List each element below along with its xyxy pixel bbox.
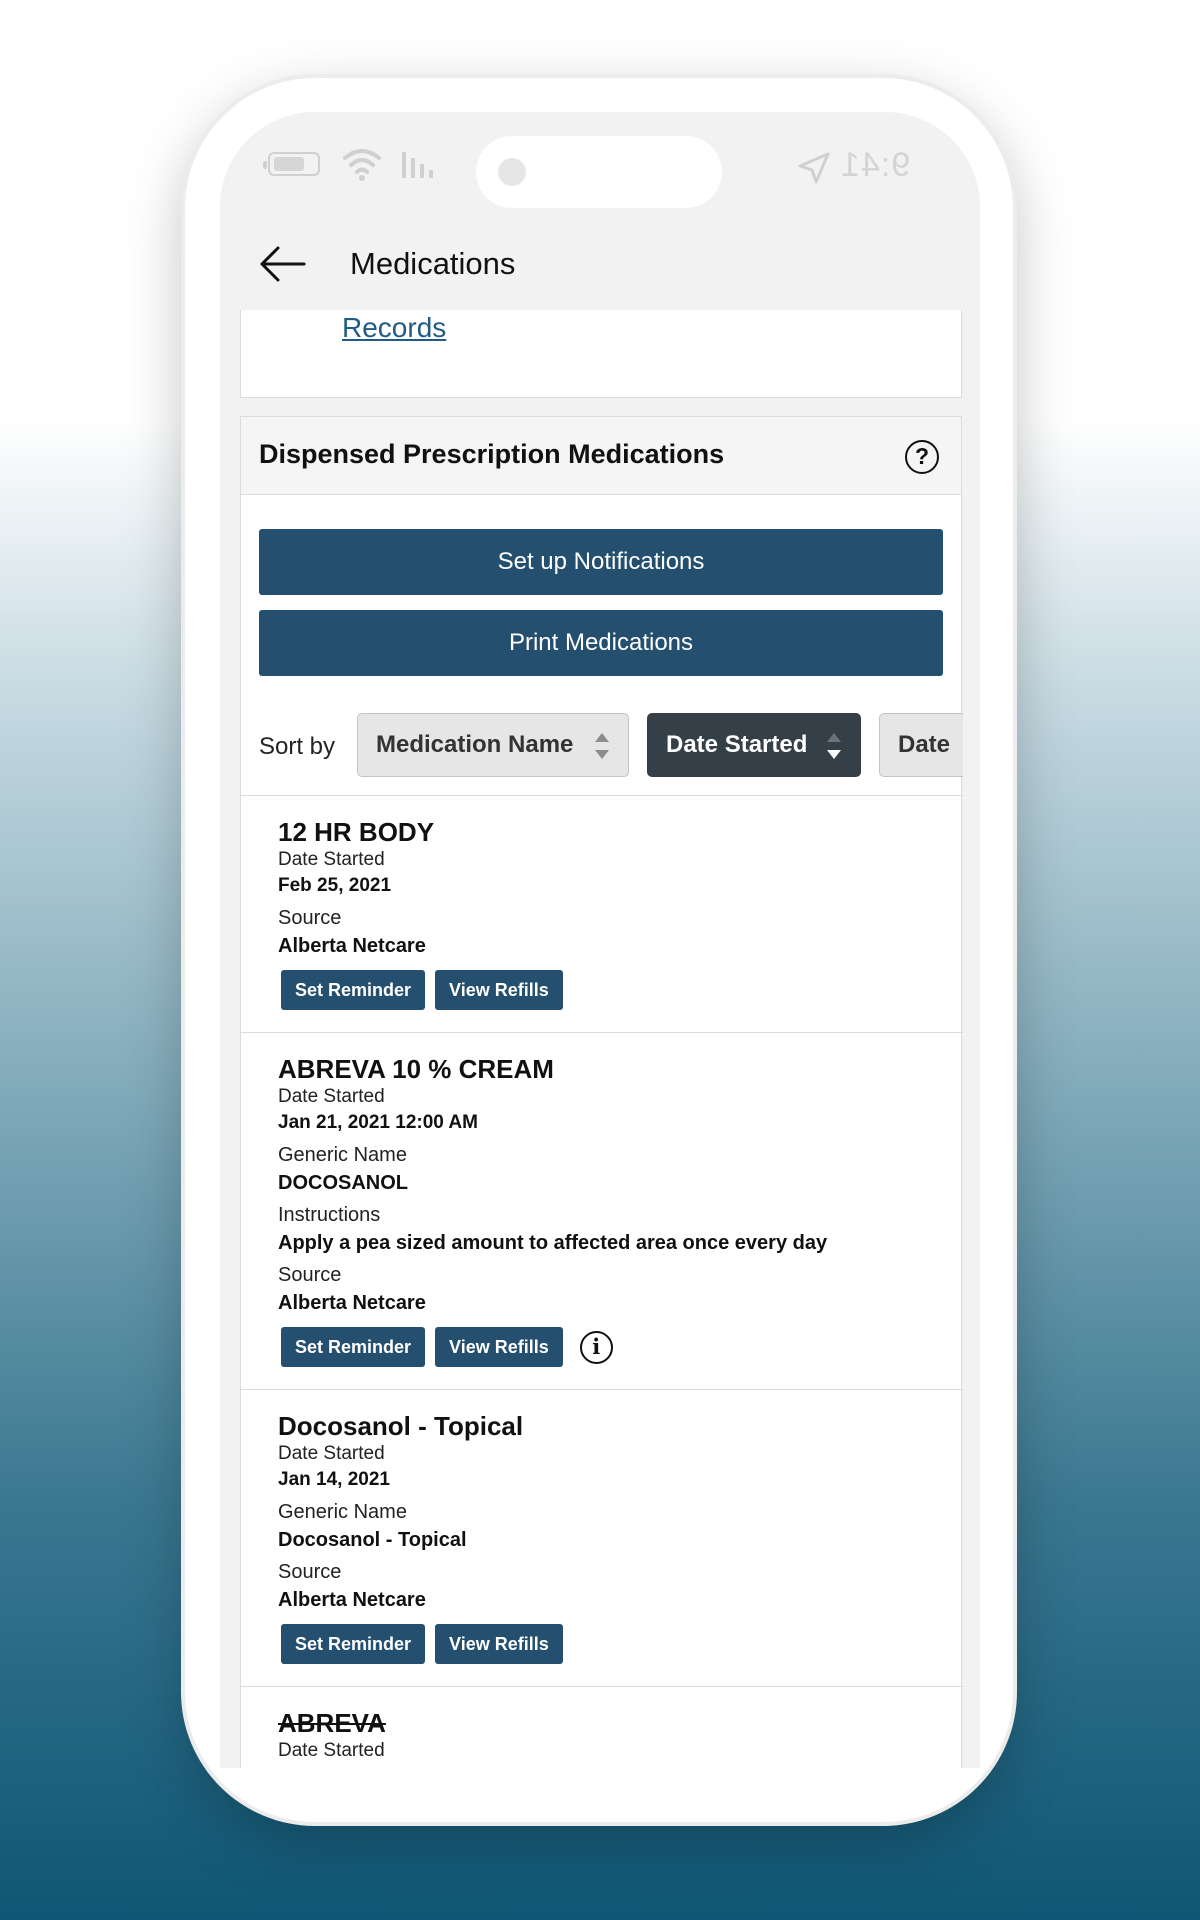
source-label: Source (278, 907, 342, 929)
signal-icon (402, 152, 433, 178)
medication-item: Docosanol - Topical Date Started Jan 14,… (241, 1390, 963, 1687)
action-row: Set Reminder View Refills i (278, 1327, 963, 1367)
generic-name-value: DOCOSANOL (278, 1172, 408, 1194)
source-label: Source (278, 1264, 342, 1286)
date-started-label: Date Started (278, 1443, 385, 1464)
status-bar: 9:41 (220, 112, 980, 220)
sort-date-button[interactable]: Date (879, 713, 963, 777)
medication-item: ABREVA Date Started (241, 1687, 963, 1768)
source-label: Source (278, 1561, 342, 1583)
instructions-label: Instructions (278, 1204, 381, 1226)
sort-date-started-button[interactable]: Date Started (647, 713, 861, 777)
medication-name: ABREVA 10 % CREAM (278, 1054, 554, 1084)
back-arrow-icon[interactable] (258, 244, 306, 284)
records-link[interactable]: Records (342, 312, 446, 344)
setup-notifications-button[interactable]: Set up Notifications (259, 529, 943, 595)
battery-icon (263, 152, 320, 176)
sort-label: Sort by (259, 733, 336, 760)
date-started-value: Feb 25, 2021 (278, 875, 392, 896)
info-icon[interactable]: i (579, 1330, 613, 1364)
dispensed-medications-card: Dispensed Prescription Medications ? Set… (240, 416, 963, 1768)
date-started-value: Jan 14, 2021 (278, 1469, 390, 1490)
source-value: Alberta Netcare (278, 1292, 426, 1314)
generic-name-value: Docosanol - Topical (278, 1529, 467, 1551)
phone-screen: 9:41 Medications Records Dispensed Presc… (220, 112, 980, 1768)
view-refills-button[interactable]: View Refills (435, 1624, 563, 1664)
sort-row: Sort by Medication Name Date Started Dat… (241, 713, 963, 779)
location-arrow-icon (798, 152, 830, 184)
sort-option-label: Date (898, 731, 951, 758)
sort-arrows-icon (595, 733, 609, 759)
medication-item: ABREVA 10 % CREAM Date Started Jan 21, 2… (241, 1033, 963, 1390)
print-medications-button[interactable]: Print Medications (259, 610, 943, 676)
sort-descending-icon (827, 733, 841, 759)
action-row: Set Reminder View Refills (278, 1624, 963, 1664)
card-header: Dispensed Prescription Medications ? (241, 417, 961, 495)
camera-dot (498, 158, 526, 186)
view-refills-button[interactable]: View Refills (435, 1327, 563, 1367)
set-reminder-button[interactable]: Set Reminder (281, 1624, 426, 1664)
source-value: Alberta Netcare (278, 935, 426, 957)
medication-item: 12 HR BODY Date Started Feb 25, 2021 Sou… (241, 796, 963, 1033)
dynamic-island (476, 136, 722, 208)
set-reminder-button[interactable]: Set Reminder (281, 970, 426, 1010)
medication-name: ABREVA (278, 1708, 386, 1738)
generic-name-label: Generic Name (278, 1144, 407, 1166)
source-value: Alberta Netcare (278, 1589, 426, 1611)
sort-option-label: Medication Name (376, 731, 574, 758)
scroll-content[interactable]: Records Dispensed Prescription Medicatio… (220, 310, 980, 1768)
wifi-icon (343, 149, 381, 181)
date-started-label: Date Started (278, 1086, 385, 1107)
card-title: Dispensed Prescription Medications (259, 439, 725, 469)
action-row: Set Reminder View Refills (278, 970, 963, 1010)
set-reminder-button[interactable]: Set Reminder (281, 1327, 426, 1367)
sort-medication-name-button[interactable]: Medication Name (357, 713, 629, 777)
medication-name: 12 HR BODY (278, 817, 435, 847)
date-started-label: Date Started (278, 849, 385, 870)
medication-list: 12 HR BODY Date Started Feb 25, 2021 Sou… (241, 795, 963, 1768)
generic-name-label: Generic Name (278, 1501, 407, 1523)
records-card: Records (240, 310, 962, 398)
sort-option-label: Date Started (666, 731, 808, 758)
medication-name: Docosanol - Topical (278, 1411, 524, 1441)
app-header: Medications (220, 220, 980, 310)
help-icon[interactable]: ? (905, 440, 939, 474)
instructions-value: Apply a pea sized amount to affected are… (278, 1232, 828, 1254)
page-title: Medications (350, 246, 516, 281)
view-refills-button[interactable]: View Refills (435, 970, 563, 1010)
date-started-value: Jan 21, 2021 12:00 AM (278, 1112, 478, 1133)
status-time: 9:41 (840, 146, 911, 184)
date-started-label: Date Started (278, 1740, 385, 1761)
